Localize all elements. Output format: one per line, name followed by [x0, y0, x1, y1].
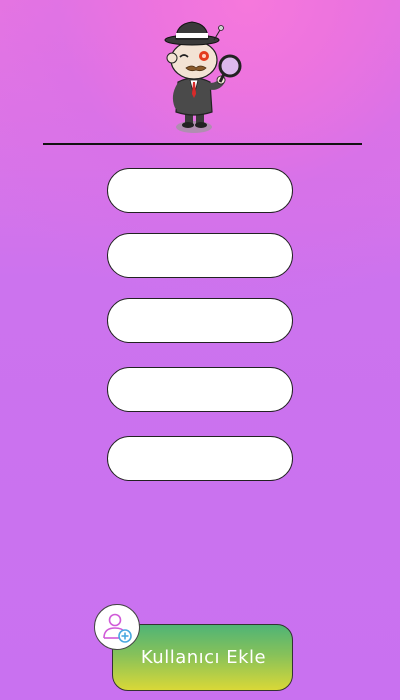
user-field-2[interactable] — [107, 233, 293, 278]
user-field-4[interactable] — [107, 367, 293, 412]
add-user-button[interactable]: Kullanıcı Ekle — [112, 624, 293, 691]
detective-mascot-icon — [150, 10, 250, 140]
user-field-5[interactable] — [107, 436, 293, 481]
header-divider — [43, 143, 362, 145]
user-field-3[interactable] — [107, 298, 293, 343]
user-field-1[interactable] — [107, 168, 293, 213]
add-user-icon[interactable] — [94, 604, 140, 650]
